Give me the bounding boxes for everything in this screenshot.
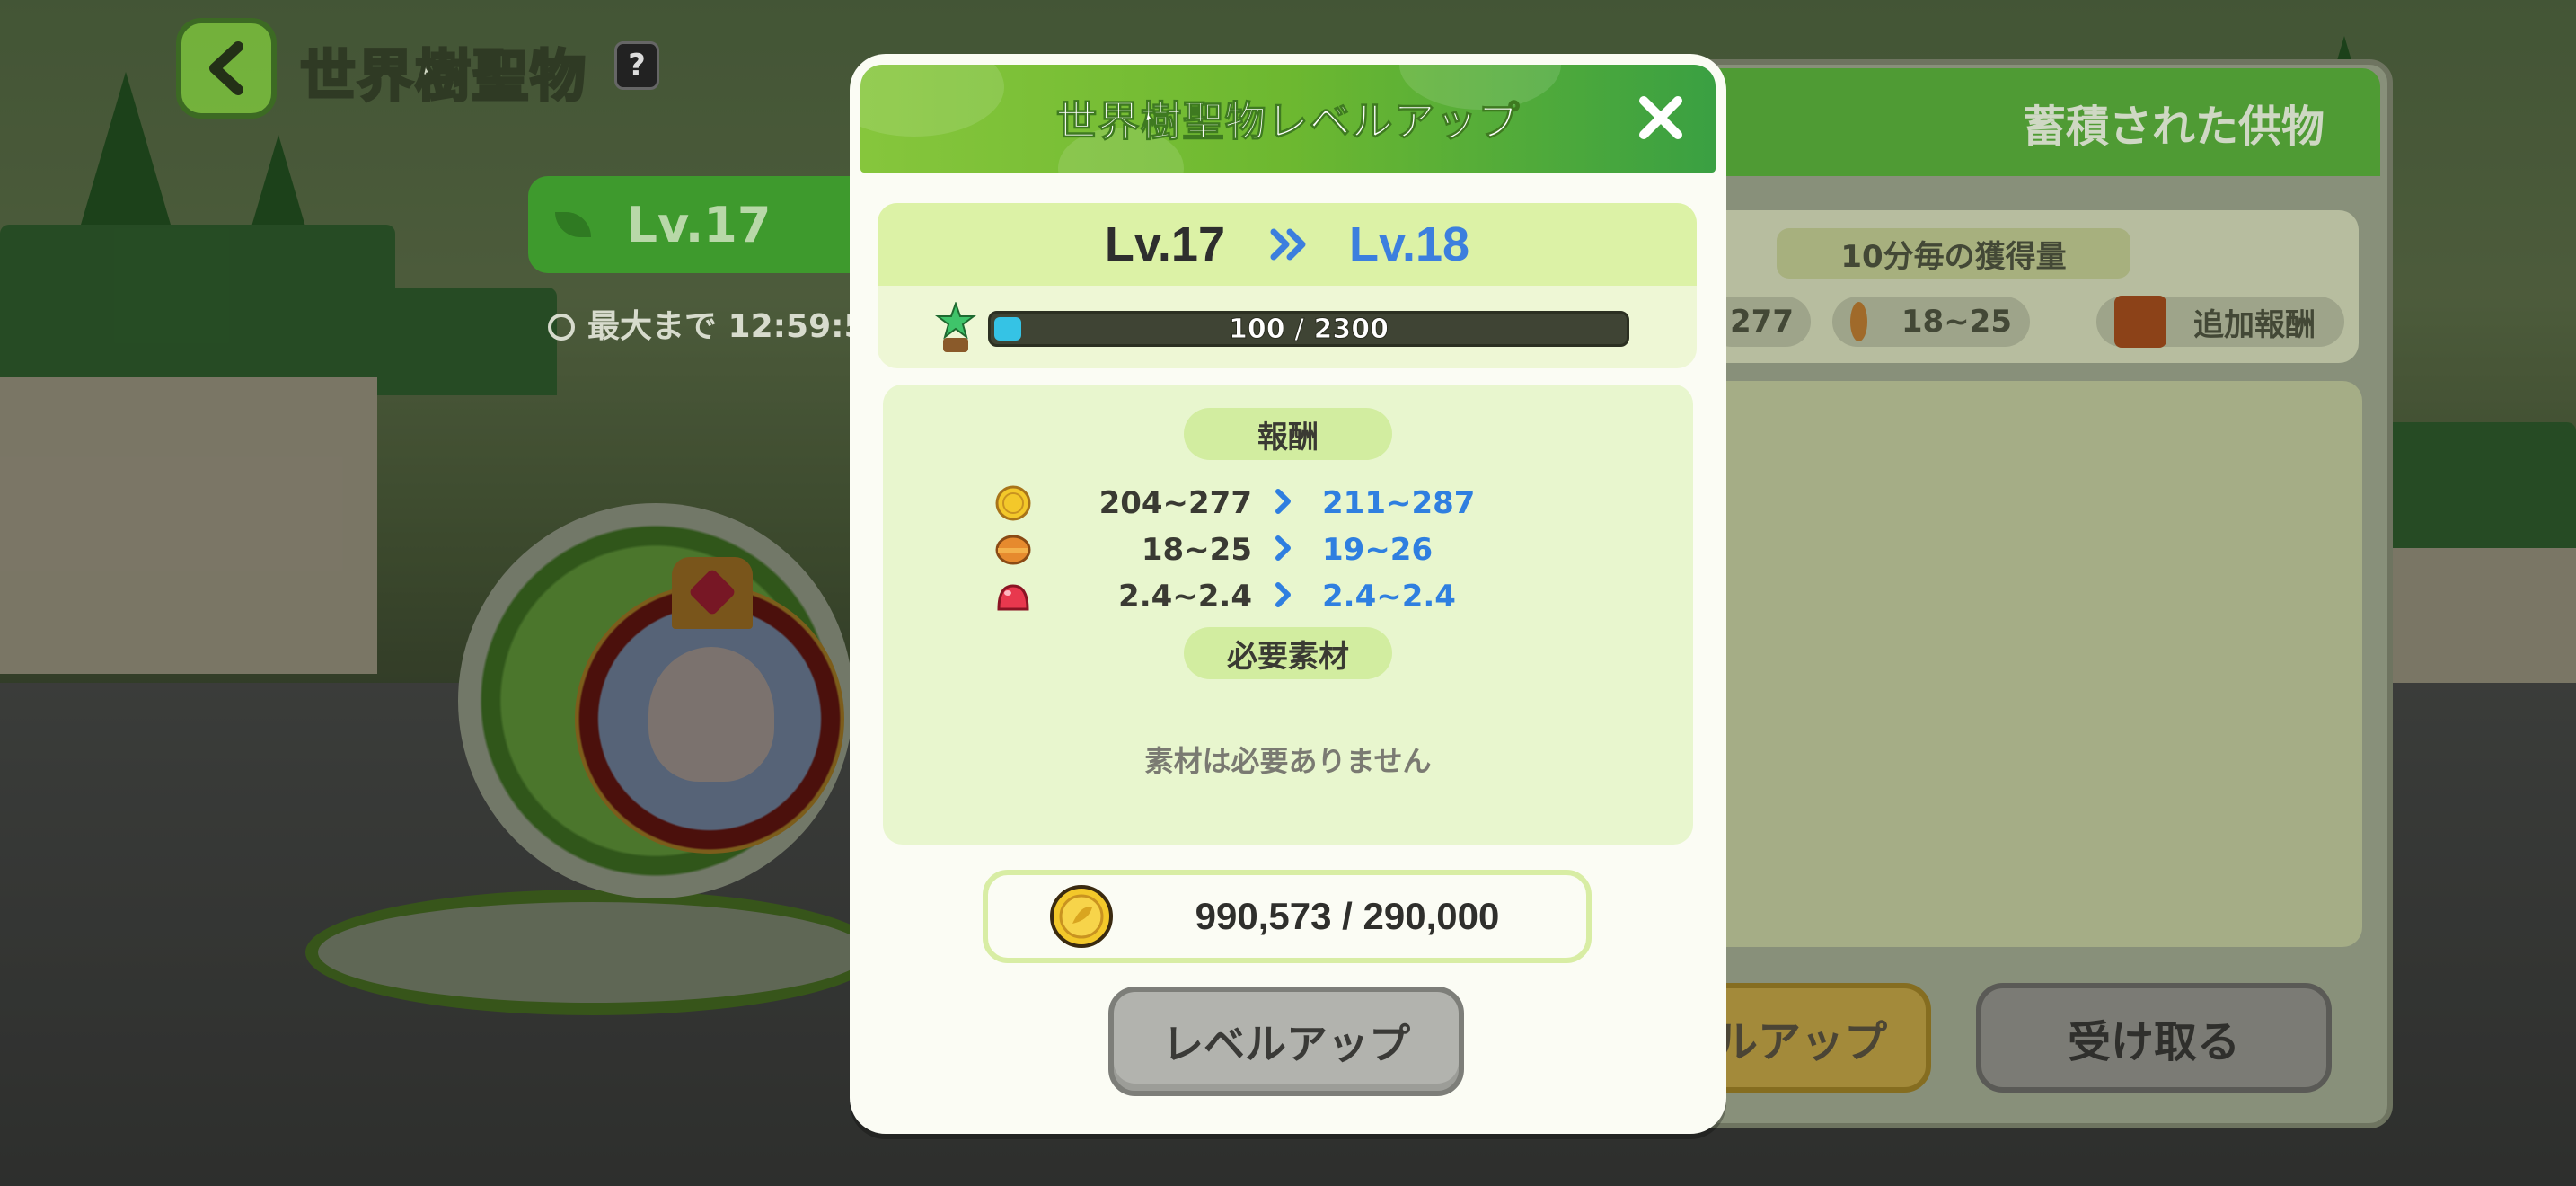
rate-chip-value: 追加報酬: [2193, 306, 2316, 343]
level-transition: Lv.17 Lv.18: [878, 203, 1697, 286]
alarm-clock-icon: [548, 314, 575, 341]
modal-title: 世界樹聖物レベルアップ: [1055, 97, 1521, 146]
close-button[interactable]: [1633, 90, 1689, 146]
reward-next-value: 211~287: [1322, 485, 1476, 521]
chevron-right-icon: [1274, 488, 1293, 518]
chevron-right-icon: [1274, 581, 1293, 612]
reward-current-value: 18~25: [1141, 532, 1252, 568]
close-icon: [1639, 96, 1682, 139]
offerings-panel-title: 蓄積された供物: [2022, 102, 2325, 152]
cost-text: 990,573 / 290,000: [1195, 895, 1500, 937]
food-icon: [1850, 302, 1867, 341]
materials-label: 必要素材: [1184, 627, 1392, 679]
reward-next-value: 2.4~2.4: [1322, 579, 1456, 615]
reward-current-value: 2.4~2.4: [1118, 579, 1252, 615]
rate-chip-bonus[interactable]: 追加報酬: [2096, 296, 2344, 348]
max-timer-text: 最大まで 12:59:5: [587, 308, 867, 345]
food-icon: [995, 535, 1031, 565]
exp-progress-text: 100 / 2300: [1229, 313, 1389, 345]
offerings-list: [1707, 381, 2362, 947]
offerings-panel-header: 蓄積された供物: [1680, 68, 2380, 176]
materials-none-text: 素材は必要ありません: [1144, 744, 1432, 778]
back-button[interactable]: [176, 18, 277, 119]
max-timer: 最大まで 12:59:5: [548, 300, 867, 347]
chevron-right-icon: [1274, 535, 1293, 565]
reward-next-value: 19~26: [1322, 532, 1434, 568]
reward-current-value: 204~277: [1098, 485, 1252, 521]
relic-level-badge: Lv.17: [528, 176, 869, 273]
offerings-rate-label: 10分毎の獲得量: [1777, 228, 2130, 279]
mystery-box-icon: [2114, 296, 2166, 348]
leaf-icon: [555, 212, 591, 237]
help-icon[interactable]: ?: [614, 41, 659, 90]
gold-coin-icon: [1050, 885, 1113, 948]
rate-chip-value: 277: [1730, 304, 1794, 340]
rate-chip-value: 18~25: [1901, 304, 2012, 340]
levelup-button[interactable]: レベルアップ: [1108, 987, 1464, 1096]
receive-button[interactable]: 受け取る: [1976, 983, 2332, 1093]
chevron-left-icon: [209, 41, 243, 95]
relic-level-label: Lv.17: [626, 196, 772, 253]
reward-row-coin: 204~277 211~287: [988, 483, 1545, 523]
star-sprout-icon: [935, 302, 976, 352]
reward-row-jelly: 2.4~2.4 2.4~2.4: [988, 577, 1545, 616]
double-chevron-right-icon: [1268, 226, 1311, 262]
jelly-icon: [997, 584, 1029, 611]
current-level: Lv.17: [1104, 217, 1225, 271]
reward-row-food: 18~25 19~26: [988, 530, 1545, 570]
gold-coin-icon: [995, 485, 1031, 521]
page-title: 世界樹聖物: [298, 42, 588, 111]
next-level: Lv.18: [1349, 217, 1470, 271]
rewards-label: 報酬: [1184, 408, 1392, 460]
rate-chip-food: 18~25: [1832, 296, 2030, 347]
